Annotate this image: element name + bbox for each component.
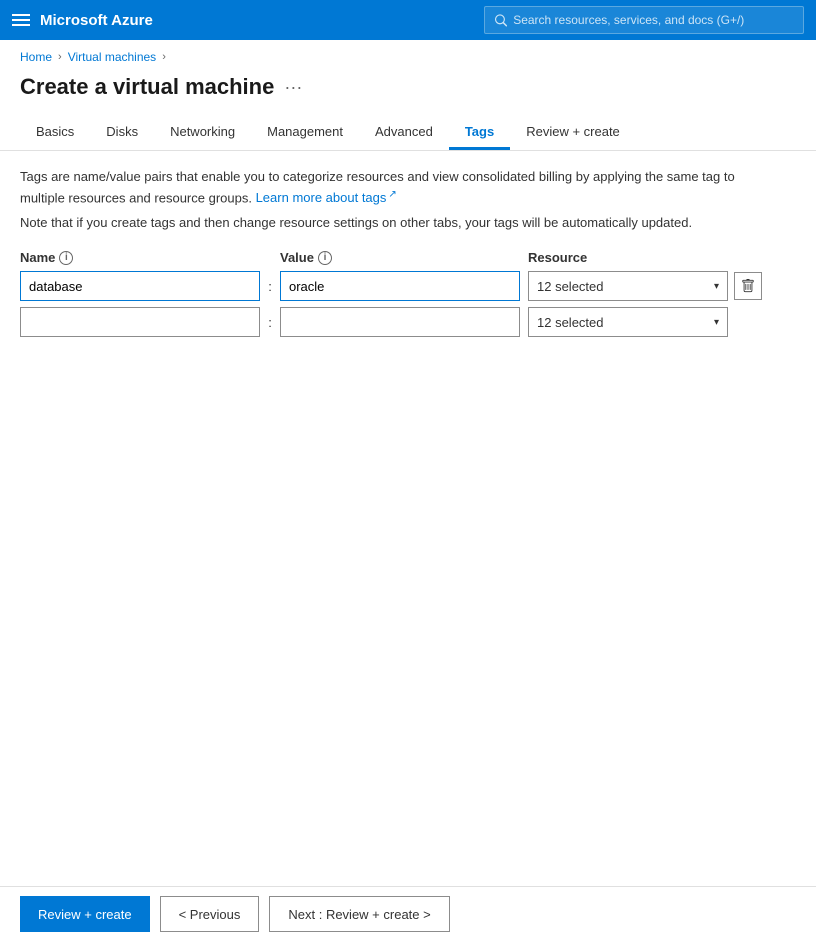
app-title: Microsoft Azure bbox=[40, 12, 474, 29]
resource-dropdown-1[interactable]: 12 selected ▾ bbox=[528, 271, 728, 301]
tab-networking[interactable]: Networking bbox=[154, 116, 251, 150]
description-text: Tags are name/value pairs that enable yo… bbox=[20, 167, 760, 207]
hamburger-menu[interactable] bbox=[12, 14, 30, 26]
breadcrumb-home[interactable]: Home bbox=[20, 50, 52, 64]
tab-basics[interactable]: Basics bbox=[20, 116, 90, 150]
tags-section: Name i Value i Resource : 12 selected ▾ bbox=[20, 250, 796, 337]
col-header-resource: Resource bbox=[528, 250, 730, 265]
previous-button[interactable]: < Previous bbox=[160, 896, 260, 932]
note-text: Note that if you create tags and then ch… bbox=[20, 215, 760, 230]
tag-value-input-2[interactable] bbox=[280, 307, 520, 337]
page-header: Create a virtual machine ··· bbox=[0, 70, 816, 116]
topbar: Microsoft Azure bbox=[0, 0, 816, 40]
chevron-down-icon-2: ▾ bbox=[714, 317, 719, 328]
global-search[interactable] bbox=[484, 6, 804, 34]
breadcrumb-sep-1: › bbox=[58, 51, 62, 63]
tab-disks[interactable]: Disks bbox=[90, 116, 154, 150]
tag-value-input-1[interactable] bbox=[280, 271, 520, 301]
page-title: Create a virtual machine bbox=[20, 74, 274, 100]
tag-name-input-1[interactable] bbox=[20, 271, 260, 301]
review-create-button[interactable]: Review + create bbox=[20, 896, 150, 932]
footer: Review + create < Previous Next : Review… bbox=[0, 886, 816, 941]
tabs-container: Basics Disks Networking Management Advan… bbox=[0, 116, 816, 151]
tab-advanced[interactable]: Advanced bbox=[359, 116, 449, 150]
resource-dropdown-value-1: 12 selected bbox=[537, 279, 604, 294]
search-input[interactable] bbox=[513, 13, 793, 27]
tag-row-2: : 12 selected ▾ bbox=[20, 307, 796, 337]
col-header-value: Value i bbox=[280, 250, 520, 265]
search-icon bbox=[495, 14, 507, 27]
tag-row-1: : 12 selected ▾ bbox=[20, 271, 796, 301]
learn-more-link[interactable]: Learn more about tags↗ bbox=[256, 190, 397, 205]
breadcrumb: Home › Virtual machines › bbox=[0, 40, 816, 70]
resource-dropdown-2[interactable]: 12 selected ▾ bbox=[528, 307, 728, 337]
name-info-icon[interactable]: i bbox=[59, 251, 73, 265]
breadcrumb-virtual-machines[interactable]: Virtual machines bbox=[68, 50, 157, 64]
delete-tag-button-1[interactable] bbox=[734, 272, 762, 300]
tag-name-input-2[interactable] bbox=[20, 307, 260, 337]
content-area: Tags are name/value pairs that enable yo… bbox=[0, 151, 816, 359]
next-button[interactable]: Next : Review + create > bbox=[269, 896, 449, 932]
resource-dropdown-value-2: 12 selected bbox=[537, 315, 604, 330]
tags-header-row: Name i Value i Resource bbox=[20, 250, 796, 265]
colon-2: : bbox=[260, 315, 280, 330]
tab-tags[interactable]: Tags bbox=[449, 116, 510, 150]
chevron-down-icon-1: ▾ bbox=[714, 281, 719, 292]
value-info-icon[interactable]: i bbox=[318, 251, 332, 265]
colon-1: : bbox=[260, 279, 280, 294]
more-options-button[interactable]: ··· bbox=[284, 77, 302, 98]
tab-management[interactable]: Management bbox=[251, 116, 359, 150]
trash-icon-1 bbox=[741, 279, 755, 293]
col-header-name: Name i bbox=[20, 250, 260, 265]
external-link-icon: ↗ bbox=[388, 189, 396, 200]
breadcrumb-sep-2: › bbox=[162, 51, 166, 63]
tab-review-create[interactable]: Review + create bbox=[510, 116, 636, 150]
